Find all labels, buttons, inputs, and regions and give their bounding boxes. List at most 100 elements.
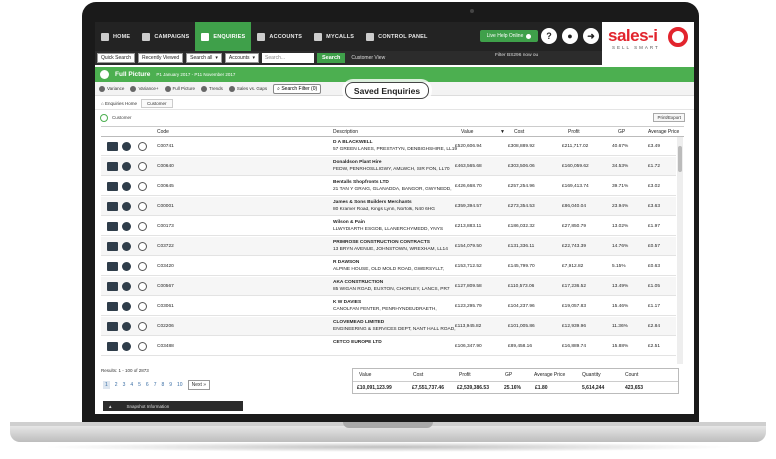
enquiries-home-link[interactable]: ⌂ Enquiries Home [101, 101, 137, 106]
page-link[interactable]: 10 [177, 382, 183, 388]
search-type-select[interactable]: Accounts [224, 53, 260, 63]
account-card-icon[interactable] [107, 202, 118, 211]
table-row[interactable]: C00567 AKA CONSTRUCTION 85 WIGAN ROAD, EUX… [101, 277, 676, 296]
search-filter-button[interactable]: ⌕ Search Filter (0) [273, 83, 322, 94]
row-code[interactable]: C00173 [157, 224, 174, 229]
col-value[interactable]: Value [461, 129, 473, 135]
row-code[interactable]: C00741 [157, 144, 174, 149]
nav-control-panel[interactable]: CONTROL PANEL [360, 22, 433, 51]
col-description[interactable]: Description [333, 129, 358, 135]
row-code[interactable]: C00645 [157, 184, 174, 189]
table-row[interactable]: C03488 CETCO EUROPE LTD £106,347.90 £89,458… [101, 337, 676, 356]
tool-variance-plus[interactable]: Variance+ [130, 85, 159, 92]
nav-home[interactable]: HOME [95, 22, 136, 51]
table-row[interactable]: C03061 K W DAVIES CANOLFAN FENTER, PENRHYN… [101, 297, 676, 316]
nav-mycalls[interactable]: MYCALLS [308, 22, 360, 51]
page-link[interactable]: 8 [161, 382, 164, 388]
page-link[interactable]: 5 [138, 382, 141, 388]
snapshot-bar[interactable]: ▲ Snapshot Information [103, 401, 243, 411]
account-card-icon[interactable] [107, 162, 118, 171]
table-row[interactable]: C00640 Donaldson Plant Hire FEDW, PENRHOSL… [101, 157, 676, 176]
contact-icon[interactable] [122, 162, 131, 171]
drilldown-icon[interactable] [138, 242, 147, 251]
account-card-icon[interactable] [107, 342, 118, 351]
contact-icon[interactable] [122, 262, 131, 271]
page-link[interactable]: 7 [154, 382, 157, 388]
table-row[interactable]: C00001 James & Sons Builders Merchants 80 … [101, 197, 676, 216]
drilldown-icon[interactable] [138, 302, 147, 311]
drilldown-icon[interactable] [138, 202, 147, 211]
account-card-icon[interactable] [107, 302, 118, 311]
account-card-icon[interactable] [107, 242, 118, 251]
tool-variance[interactable]: Variance [99, 85, 124, 92]
col-profit[interactable]: Profit [568, 129, 580, 135]
sort-desc-icon[interactable]: ▼ [500, 129, 505, 135]
recently-viewed-button[interactable]: Recently Viewed [138, 53, 184, 63]
col-avg-price[interactable]: Average Price [648, 129, 679, 135]
search-button[interactable]: Search [317, 53, 346, 63]
row-code[interactable]: C00001 [157, 204, 174, 209]
row-code[interactable]: C00640 [157, 164, 174, 169]
table-row[interactable]: C02206 CLOVEMEAD LIMITED ENGINEERING & SER… [101, 317, 676, 336]
col-code[interactable]: Code [157, 129, 169, 135]
contact-icon[interactable] [122, 302, 131, 311]
row-code[interactable]: C03488 [157, 344, 174, 349]
contact-icon[interactable] [122, 142, 131, 151]
search-scope-select[interactable]: Search all [186, 53, 222, 63]
account-card-icon[interactable] [107, 182, 118, 191]
next-page-button[interactable]: Next » [187, 380, 211, 390]
row-code[interactable]: C02206 [157, 324, 174, 329]
table-row[interactable]: C03420 R DAWSON ALPINE HOUSE, OLD MOLD ROA… [101, 257, 676, 276]
drilldown-icon[interactable] [138, 142, 147, 151]
tool-sales-vs-gaps[interactable]: Sales vs. Gaps [228, 85, 267, 92]
contact-icon[interactable] [122, 242, 131, 251]
drilldown-icon[interactable] [138, 182, 147, 191]
page-link[interactable]: 3 [123, 382, 126, 388]
contact-icon[interactable] [122, 322, 131, 331]
tool-trends[interactable]: Trends [201, 85, 223, 92]
page-link[interactable]: 9 [169, 382, 172, 388]
nav-enquiries[interactable]: ENQUIRIES [195, 22, 252, 51]
drilldown-icon[interactable] [138, 222, 147, 231]
drilldown-icon[interactable] [138, 162, 147, 171]
search-input[interactable]: Search... [262, 53, 315, 63]
live-help-button[interactable]: Live Help Online [480, 30, 538, 42]
row-code[interactable]: C03722 [157, 244, 174, 249]
tool-full-picture[interactable]: Full Picture [164, 85, 195, 92]
page-link[interactable]: 6 [146, 382, 149, 388]
account-card-icon[interactable] [107, 322, 118, 331]
col-gp[interactable]: GP [618, 129, 625, 135]
drilldown-icon[interactable] [138, 262, 147, 271]
contact-icon[interactable] [122, 282, 131, 291]
nav-accounts[interactable]: ACCOUNTS [251, 22, 308, 51]
contact-icon[interactable] [122, 222, 131, 231]
page-link[interactable]: 2 [115, 382, 118, 388]
user-icon[interactable]: ● [562, 28, 578, 44]
drilldown-icon[interactable] [138, 342, 147, 351]
table-scroll-thumb[interactable] [678, 146, 682, 172]
row-code[interactable]: C00567 [157, 284, 174, 289]
table-row[interactable]: C00741 D A BLACKWELL 57 GREEN LANES, PREST… [101, 137, 676, 156]
page-link[interactable]: 1 [103, 381, 110, 389]
account-card-icon[interactable] [107, 282, 118, 291]
contact-icon[interactable] [122, 182, 131, 191]
account-card-icon[interactable] [107, 142, 118, 151]
table-row[interactable]: C03722 PRIMROSE CONSTRUCTION CONTRACTS 13 … [101, 237, 676, 256]
row-code[interactable]: C03061 [157, 304, 174, 309]
help-icon[interactable]: ? [541, 28, 557, 44]
table-row[interactable]: C00645 Bentalls Shopfronts LTD 21 TAN Y GR… [101, 177, 676, 196]
account-card-icon[interactable] [107, 262, 118, 271]
quick-search-button[interactable]: Quick Search [97, 53, 136, 63]
contact-icon[interactable] [122, 202, 131, 211]
row-code[interactable]: C03420 [157, 264, 174, 269]
nav-campaigns[interactable]: CAMPAIGNS [136, 22, 195, 51]
contact-icon[interactable] [122, 342, 131, 351]
print-export-button[interactable]: Print/Export [653, 113, 685, 122]
account-card-icon[interactable] [107, 222, 118, 231]
page-link[interactable]: 4 [130, 382, 133, 388]
drilldown-icon[interactable] [138, 322, 147, 331]
col-cost[interactable]: Cost [514, 129, 524, 135]
drilldown-icon[interactable] [138, 282, 147, 291]
logout-icon[interactable]: ➜ [583, 28, 599, 44]
tab-customer[interactable]: Customer [140, 98, 173, 108]
